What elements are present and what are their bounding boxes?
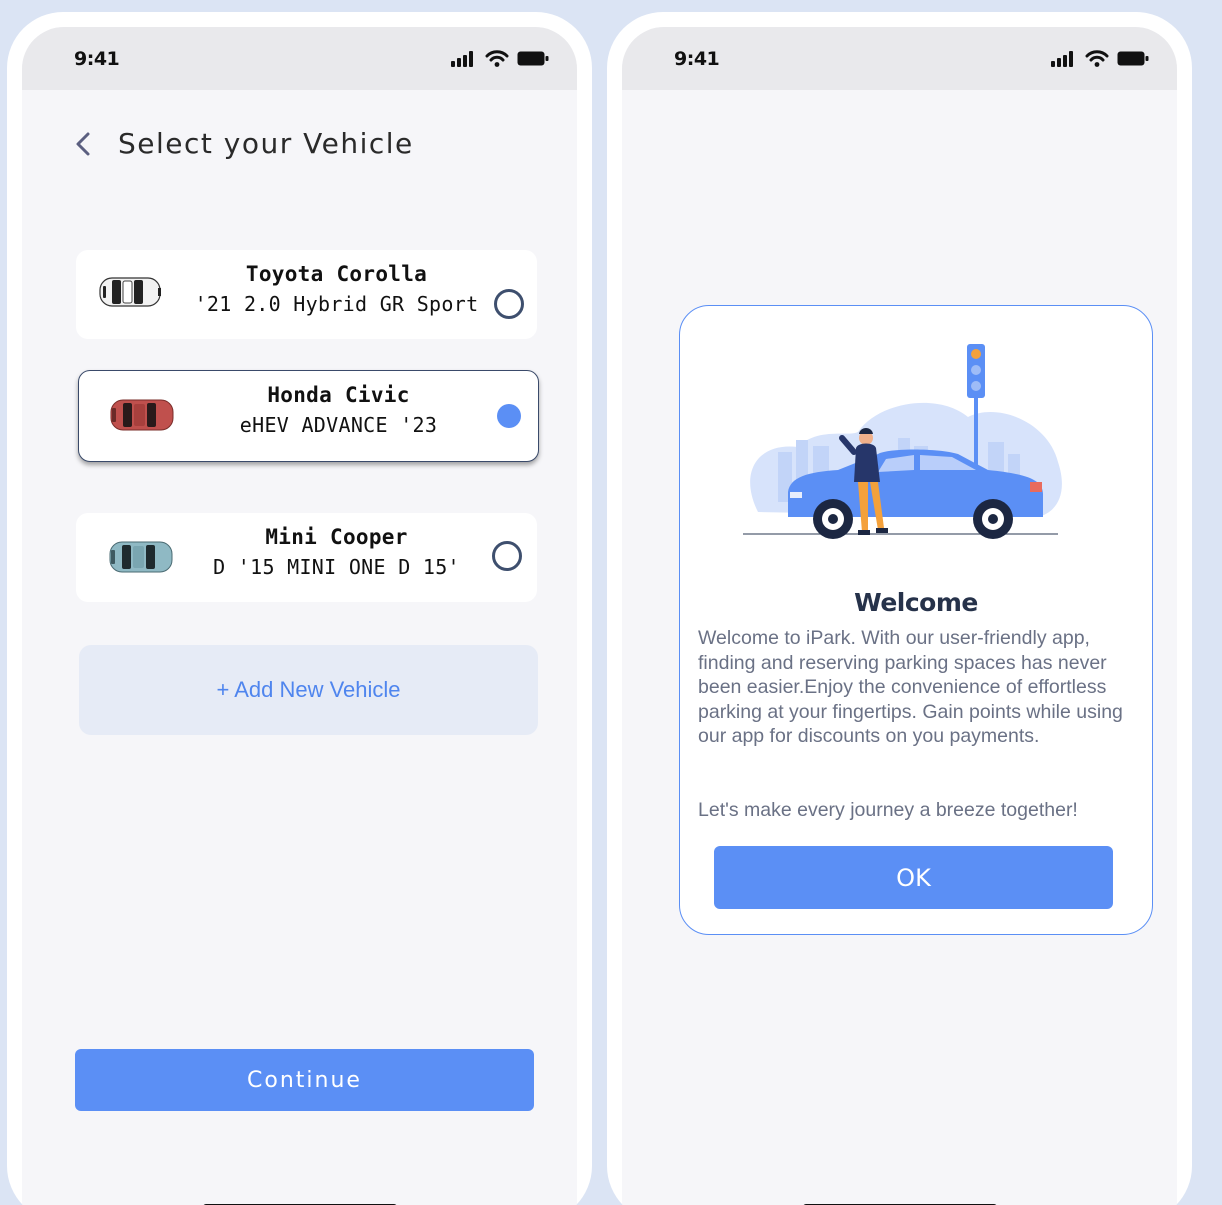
add-vehicle-button[interactable]: + Add New Vehicle	[79, 645, 538, 735]
vehicle-radio[interactable]	[494, 289, 524, 319]
parking-illustration	[743, 344, 1062, 539]
vehicle-model: eHEV ADVANCE '23	[239, 413, 438, 437]
status-time: 9:41	[74, 47, 120, 70]
header: Select your Vehicle	[70, 127, 414, 160]
signal-icon	[451, 50, 473, 67]
car-top-icon	[99, 277, 161, 307]
vehicle-name: Toyota Corolla	[245, 262, 428, 286]
battery-icon	[1117, 51, 1149, 66]
vehicle-info: Honda Civic eHEV ADVANCE '23	[189, 383, 488, 437]
vehicle-radio[interactable]	[492, 541, 522, 571]
status-bar: 9:41	[22, 27, 577, 90]
status-icons	[451, 50, 549, 67]
select-vehicle-screen: 9:41 Select your Vehicle Toyota Corolla …	[22, 27, 577, 1205]
back-button[interactable]	[70, 128, 96, 160]
chevron-left-icon	[76, 132, 90, 155]
wifi-icon	[1085, 50, 1109, 67]
status-icons	[1051, 50, 1149, 67]
vehicle-card-honda[interactable]: Honda Civic eHEV ADVANCE '23	[78, 370, 539, 462]
battery-icon	[517, 51, 549, 66]
vehicle-info: Mini Cooper D '15 MINI ONE D 15'	[186, 525, 487, 579]
phone-frame-right: 9:41 Welcome Welcome to iPark. With our …	[607, 12, 1192, 1205]
vehicle-info: Toyota Corolla '21 2.0 Hybrid GR Sport	[186, 262, 487, 316]
continue-button[interactable]: Continue	[75, 1049, 534, 1111]
car-top-icon	[109, 541, 173, 573]
ok-button[interactable]: OK	[714, 846, 1113, 909]
status-bar: 9:41	[622, 27, 1177, 90]
vehicle-model: '21 2.0 Hybrid GR Sport	[194, 292, 479, 316]
vehicle-card-mini[interactable]: Mini Cooper D '15 MINI ONE D 15'	[76, 513, 537, 602]
dialog-body: Welcome to iPark. With our user-friendly…	[698, 627, 1123, 748]
vehicle-card-toyota[interactable]: Toyota Corolla '21 2.0 Hybrid GR Sport	[76, 250, 537, 339]
status-time: 9:41	[674, 47, 720, 70]
welcome-screen: 9:41 Welcome Welcome to iPark. With our …	[622, 27, 1177, 1205]
dialog-title: Welcome	[854, 588, 978, 617]
dialog-tagline: Let's make every journey a breeze togeth…	[698, 799, 1078, 821]
vehicle-name: Mini Cooper	[265, 525, 408, 549]
page-title: Select your Vehicle	[118, 127, 414, 160]
vehicle-name: Honda Civic	[267, 383, 410, 407]
vehicle-radio-selected[interactable]	[497, 404, 521, 428]
car-top-icon	[110, 399, 174, 431]
wifi-icon	[485, 50, 509, 67]
welcome-dialog: Welcome Welcome to iPark. With our user-…	[679, 305, 1153, 935]
phone-frame-left: 9:41 Select your Vehicle Toyota Corolla …	[7, 12, 592, 1205]
vehicle-model: D '15 MINI ONE D 15'	[213, 555, 460, 579]
signal-icon	[1051, 50, 1073, 67]
